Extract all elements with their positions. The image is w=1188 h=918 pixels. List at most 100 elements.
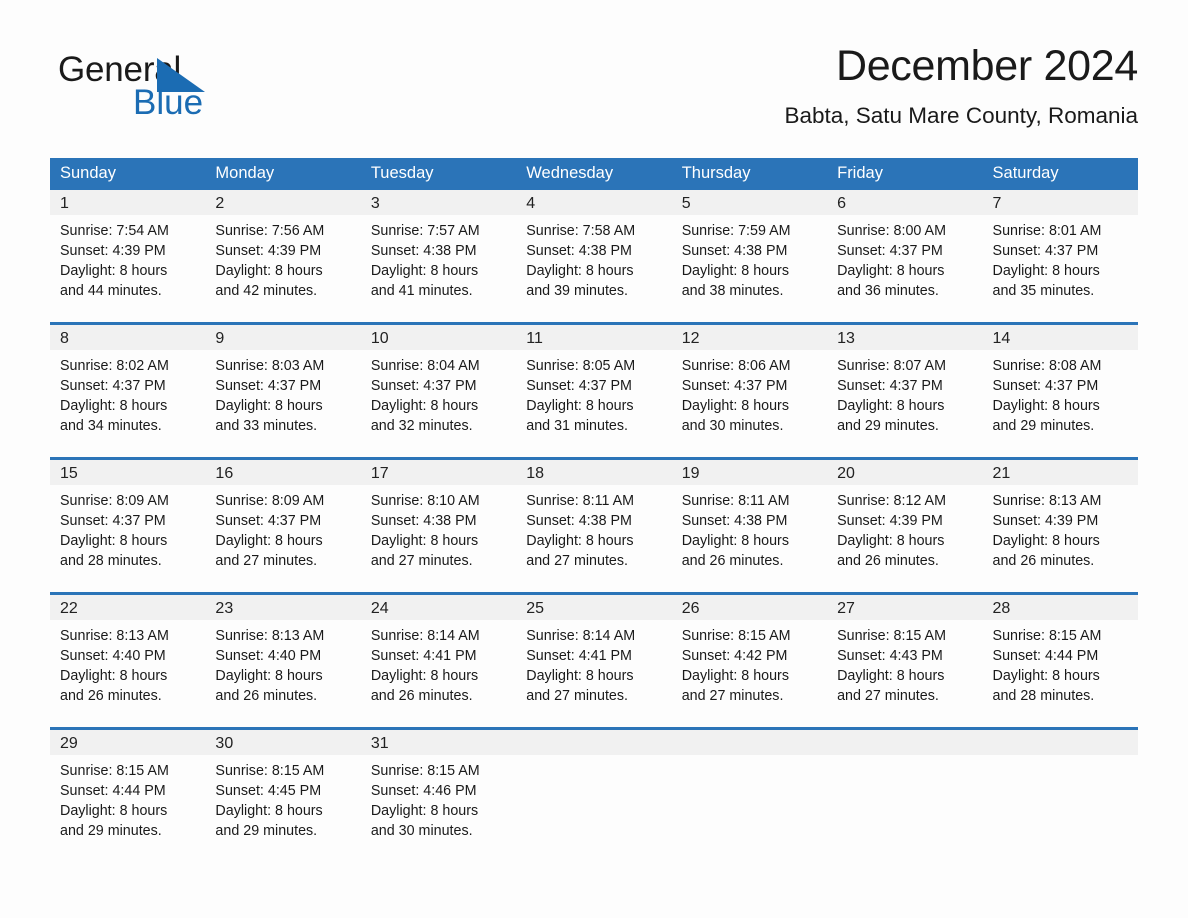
- calendar-day-cell[interactable]: 1 Sunrise: 7:54 AM Sunset: 4:39 PM Daylight…: [50, 190, 206, 324]
- weekday-header-thursday: Thursday: [671, 158, 828, 190]
- day-cell-inner: 26 Sunrise: 8:15 AM Sunset: 4:42 PM Dayligh…: [671, 595, 828, 727]
- daylight-text-line2: and 26 minutes.: [60, 688, 162, 704]
- calendar-day-cell[interactable]: 26 Sunrise: 8:15 AM Sunset: 4:42 PM Dayligh…: [671, 592, 828, 729]
- sunset-text: Sunset: 4:37 PM: [992, 243, 1099, 259]
- day-cell-inner: [516, 730, 672, 862]
- day-number: 24: [360, 595, 517, 620]
- weekday-header-friday: Friday: [827, 158, 983, 190]
- calendar-day-cell[interactable]: 28 Sunrise: 8:15 AM Sunset: 4:44 PM Dayligh…: [982, 592, 1138, 729]
- calendar-day-cell[interactable]: 20 Sunrise: 8:12 AM Sunset: 4:39 PM Dayligh…: [827, 457, 983, 594]
- calendar-day-cell[interactable]: 2 Sunrise: 7:56 AM Sunset: 4:39 PM Daylight…: [205, 190, 361, 324]
- daylight-text-line1: Daylight: 8 hours: [837, 398, 945, 414]
- daylight-text-line2: and 28 minutes.: [992, 688, 1095, 704]
- calendar-header-row: Sunday Monday Tuesday Wednesday Thursday…: [50, 158, 1138, 190]
- sunrise-text: Sunrise: 8:12 AM: [837, 493, 946, 509]
- weekday-header-tuesday: Tuesday: [360, 158, 517, 190]
- daylight-text-line1: Daylight: 8 hours: [681, 398, 789, 414]
- day-number: 16: [205, 460, 361, 485]
- sunset-text: Sunset: 4:37 PM: [837, 243, 943, 259]
- day-info: Sunrise: 7:54 AM Sunset: 4:39 PM Daylight:…: [50, 215, 205, 301]
- day-number: 27: [827, 595, 983, 620]
- daylight-text-line2: and 35 minutes.: [992, 283, 1095, 299]
- sunset-text: Sunset: 4:40 PM: [215, 648, 322, 664]
- day-info: Sunrise: 8:15 AM Sunset: 4:45 PM Daylight:…: [205, 755, 360, 841]
- sunset-text: Sunset: 4:46 PM: [370, 783, 477, 799]
- day-info: Sunrise: 8:15 AM Sunset: 4:42 PM Daylight:…: [672, 620, 827, 706]
- calendar-body: 1 Sunrise: 7:54 AM Sunset: 4:39 PM Daylight…: [50, 190, 1138, 862]
- calendar-day-cell[interactable]: 12 Sunrise: 8:06 AM Sunset: 4:37 PM Dayligh…: [671, 322, 828, 459]
- calendar-day-cell[interactable]: 22 Sunrise: 8:13 AM Sunset: 4:40 PM Dayligh…: [50, 592, 206, 729]
- day-cell-inner: 1 Sunrise: 7:54 AM Sunset: 4:39 PM Daylight…: [50, 190, 206, 322]
- logo-text-blue: Blue: [133, 83, 204, 122]
- day-cell-inner: 7 Sunrise: 8:01 AM Sunset: 4:37 PM Daylight…: [982, 190, 1138, 322]
- calendar-day-cell[interactable]: 21 Sunrise: 8:13 AM Sunset: 4:39 PM Dayligh…: [982, 457, 1138, 594]
- daylight-text-line1: Daylight: 8 hours: [370, 533, 479, 549]
- daylight-text-line2: and 26 minutes.: [992, 553, 1095, 569]
- day-cell-inner: 11 Sunrise: 8:05 AM Sunset: 4:37 PM Dayligh…: [516, 325, 672, 457]
- sunrise-text: Sunrise: 8:10 AM: [370, 493, 480, 509]
- sunrise-text: Sunrise: 8:14 AM: [526, 628, 636, 644]
- daylight-text-line1: Daylight: 8 hours: [60, 263, 168, 279]
- day-cell-inner: 27 Sunrise: 8:15 AM Sunset: 4:43 PM Dayligh…: [827, 595, 983, 727]
- calendar-day-cell[interactable]: 15 Sunrise: 8:09 AM Sunset: 4:37 PM Dayligh…: [50, 457, 206, 594]
- day-cell-inner: 8 Sunrise: 8:02 AM Sunset: 4:37 PM Daylight…: [50, 325, 206, 457]
- calendar-day-cell[interactable]: 4 Sunrise: 7:58 AM Sunset: 4:38 PM Daylight…: [516, 190, 672, 324]
- sunset-text: Sunset: 4:41 PM: [370, 648, 477, 664]
- calendar-day-cell[interactable]: 8 Sunrise: 8:02 AM Sunset: 4:37 PM Daylight…: [50, 322, 206, 459]
- calendar-day-cell[interactable]: 9 Sunrise: 8:03 AM Sunset: 4:37 PM Daylight…: [205, 322, 361, 459]
- calendar-day-cell[interactable]: 14 Sunrise: 8:08 AM Sunset: 4:37 PM Dayligh…: [982, 322, 1138, 459]
- calendar-day-cell[interactable]: 27 Sunrise: 8:15 AM Sunset: 4:43 PM Dayligh…: [827, 592, 983, 729]
- day-cell-inner: 12 Sunrise: 8:06 AM Sunset: 4:37 PM Dayligh…: [671, 325, 828, 457]
- daylight-text-line1: Daylight: 8 hours: [837, 263, 945, 279]
- day-info: Sunrise: 8:07 AM Sunset: 4:37 PM Daylight:…: [827, 350, 982, 436]
- day-info: Sunrise: 8:14 AM Sunset: 4:41 PM Daylight:…: [516, 620, 671, 706]
- calendar-day-cell[interactable]: 5 Sunrise: 7:59 AM Sunset: 4:38 PM Daylight…: [671, 190, 828, 324]
- daylight-text-line1: Daylight: 8 hours: [215, 533, 323, 549]
- daylight-text-line2: and 27 minutes.: [681, 688, 784, 704]
- daylight-text-line2: and 30 minutes.: [681, 418, 784, 434]
- calendar-page: General Blue December 2024 Babta, Satu M…: [0, 0, 1188, 918]
- day-info: Sunrise: 8:15 AM Sunset: 4:44 PM Daylight:…: [50, 755, 205, 841]
- daylight-text-line1: Daylight: 8 hours: [370, 668, 479, 684]
- day-number: 14: [982, 325, 1138, 350]
- sunrise-text: Sunrise: 8:04 AM: [370, 358, 480, 374]
- calendar-day-cell[interactable]: 11 Sunrise: 8:05 AM Sunset: 4:37 PM Dayligh…: [516, 322, 672, 459]
- daylight-text-line1: Daylight: 8 hours: [370, 803, 479, 819]
- calendar-day-cell[interactable]: 13 Sunrise: 8:07 AM Sunset: 4:37 PM Dayligh…: [827, 322, 983, 459]
- day-cell-inner: [827, 730, 983, 862]
- day-number: 2: [205, 190, 361, 215]
- daylight-text-line1: Daylight: 8 hours: [681, 533, 789, 549]
- calendar-day-cell[interactable]: 19 Sunrise: 8:11 AM Sunset: 4:38 PM Dayligh…: [671, 457, 828, 594]
- calendar-day-cell[interactable]: 29 Sunrise: 8:15 AM Sunset: 4:44 PM Dayligh…: [50, 727, 206, 862]
- general-blue-logo[interactable]: General Blue: [58, 52, 318, 128]
- calendar-day-cell[interactable]: 25 Sunrise: 8:14 AM Sunset: 4:41 PM Dayligh…: [516, 592, 672, 729]
- calendar-day-cell[interactable]: 30 Sunrise: 8:15 AM Sunset: 4:45 PM Dayligh…: [205, 727, 361, 862]
- sunrise-text: Sunrise: 8:03 AM: [215, 358, 325, 374]
- calendar-day-cell[interactable]: 16 Sunrise: 8:09 AM Sunset: 4:37 PM Dayligh…: [205, 457, 361, 594]
- calendar-day-cell[interactable]: 18 Sunrise: 8:11 AM Sunset: 4:38 PM Dayligh…: [516, 457, 672, 594]
- day-cell-inner: 9 Sunrise: 8:03 AM Sunset: 4:37 PM Daylight…: [205, 325, 361, 457]
- calendar-day-cell[interactable]: 10 Sunrise: 8:04 AM Sunset: 4:37 PM Dayligh…: [360, 322, 517, 459]
- day-number: 12: [671, 325, 828, 350]
- day-cell-inner: 10 Sunrise: 8:04 AM Sunset: 4:37 PM Dayligh…: [360, 325, 517, 457]
- calendar-day-cell[interactable]: 24 Sunrise: 8:14 AM Sunset: 4:41 PM Dayligh…: [360, 592, 517, 729]
- day-cell-inner: 6 Sunrise: 8:00 AM Sunset: 4:37 PM Daylight…: [827, 190, 983, 322]
- day-cell-inner: 20 Sunrise: 8:12 AM Sunset: 4:39 PM Dayligh…: [827, 460, 983, 592]
- day-cell-inner: 19 Sunrise: 8:11 AM Sunset: 4:38 PM Dayligh…: [671, 460, 828, 592]
- calendar-day-cell[interactable]: 23 Sunrise: 8:13 AM Sunset: 4:40 PM Dayligh…: [205, 592, 361, 729]
- calendar-day-cell[interactable]: 17 Sunrise: 8:10 AM Sunset: 4:38 PM Dayligh…: [360, 457, 517, 594]
- day-info: Sunrise: 8:03 AM Sunset: 4:37 PM Daylight:…: [205, 350, 360, 436]
- calendar-day-cell[interactable]: 3 Sunrise: 7:57 AM Sunset: 4:38 PM Daylight…: [360, 190, 517, 324]
- calendar-day-cell[interactable]: 31 Sunrise: 8:15 AM Sunset: 4:46 PM Dayligh…: [360, 727, 517, 862]
- day-info: Sunrise: 8:05 AM Sunset: 4:37 PM Daylight:…: [516, 350, 671, 436]
- daylight-text-line1: Daylight: 8 hours: [681, 263, 789, 279]
- day-info: Sunrise: 7:57 AM Sunset: 4:38 PM Daylight:…: [361, 215, 516, 301]
- daylight-text-line2: and 31 minutes.: [526, 418, 628, 434]
- calendar-day-cell[interactable]: 6 Sunrise: 8:00 AM Sunset: 4:37 PM Daylight…: [827, 190, 983, 324]
- daylight-text-line1: Daylight: 8 hours: [215, 803, 323, 819]
- calendar-day-cell[interactable]: 7 Sunrise: 8:01 AM Sunset: 4:37 PM Daylight…: [982, 190, 1138, 324]
- day-number: 1: [50, 190, 206, 215]
- day-info: Sunrise: 7:59 AM Sunset: 4:38 PM Daylight:…: [672, 215, 827, 301]
- calendar-week-row: 1 Sunrise: 7:54 AM Sunset: 4:39 PM Daylight…: [50, 190, 1138, 324]
- daylight-text-line2: and 26 minutes.: [837, 553, 939, 569]
